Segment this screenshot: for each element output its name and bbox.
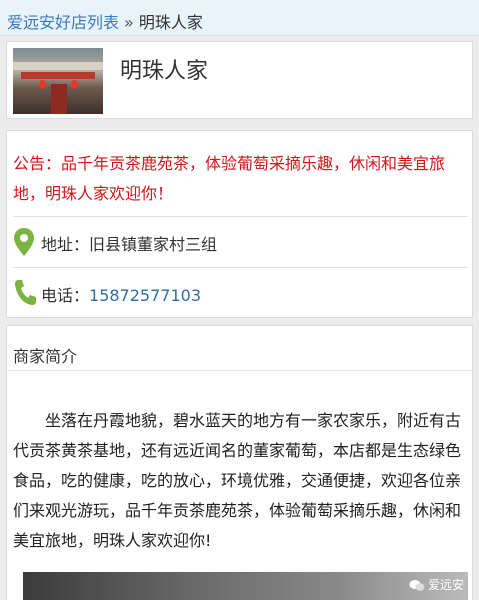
shop-intro-card: 商家简介 坐落在丹霞地貌，碧水蓝天的地方有一家农家乐，附近有古代贡茶黄茶基地，还… <box>6 325 473 600</box>
shop-name: 明珠人家 <box>120 59 209 84</box>
shop-header-card: 明珠人家 <box>6 41 473 119</box>
divider <box>7 370 472 371</box>
divider <box>13 267 468 268</box>
phone-number-link[interactable]: 15872577103 <box>89 286 201 305</box>
divider <box>13 216 468 217</box>
address-label: 地址： <box>41 235 90 254</box>
breadcrumb-shop-list-link[interactable]: 爱远安好店列表 <box>7 13 119 32</box>
breadcrumb: 爱远安好店列表 » 明珠人家 <box>0 0 479 36</box>
shop-info-card: 公告：品千年贡茶鹿苑茶，体验葡萄采摘乐趣，休闲和美宜旅地，明珠人家欢迎你！ 地址… <box>6 130 473 318</box>
map-pin-icon <box>14 228 34 256</box>
intro-photo[interactable] <box>23 572 468 600</box>
breadcrumb-current: 明珠人家 <box>138 13 203 32</box>
watermark: 爱远安 <box>409 576 464 593</box>
intro-title: 商家简介 <box>13 347 78 366</box>
breadcrumb-separator: » <box>124 13 134 32</box>
address-value: 旧县镇董家村三组 <box>89 235 218 254</box>
phone-label: 电话： <box>41 286 90 305</box>
address-row[interactable]: 地址：旧县镇董家村三组 <box>13 227 468 257</box>
intro-body: 坐落在丹霞地貌，碧水蓝天的地方有一家农家乐，附近有古代贡茶黄茶基地，还有远近闻名… <box>13 411 462 550</box>
phone-icon <box>15 280 36 305</box>
wechat-icon <box>409 580 425 591</box>
notice-text: 公告：品千年贡茶鹿苑茶，体验葡萄采摘乐趣，休闲和美宜旅地，明珠人家欢迎你！ <box>13 154 446 203</box>
phone-row[interactable]: 电话：15872577103 <box>13 278 468 308</box>
watermark-text: 爱远安 <box>427 578 464 592</box>
shop-photo[interactable] <box>13 48 103 114</box>
